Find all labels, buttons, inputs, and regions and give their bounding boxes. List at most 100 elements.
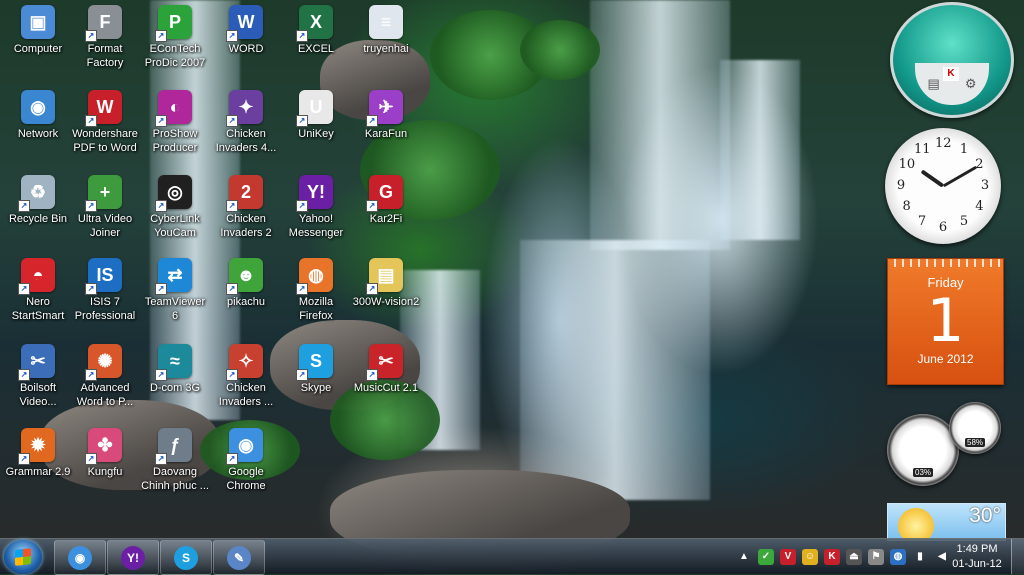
youcam-icon: ◎ ↗: [155, 175, 192, 212]
clock-minute-hand: [942, 165, 977, 188]
taskbar-button-yahoo[interactable]: Y!: [107, 540, 159, 575]
kaspersky-icon: K: [943, 67, 959, 81]
taskbar-button-skype[interactable]: S: [160, 540, 212, 575]
desktop-shortcut-label: Grammar 2.9: [5, 466, 71, 478]
kaspersky-tray-icon[interactable]: K: [824, 548, 840, 565]
taskbar-button-chrome[interactable]: ◉: [54, 540, 106, 575]
weather-gadget[interactable]: 30°: [887, 503, 1006, 541]
skype-icon: S ↗: [296, 344, 333, 381]
desktop-shortcut[interactable]: ≈ ↗ D-com 3G: [137, 344, 213, 395]
desktop-shortcut[interactable]: ◍ ↗ Mozilla Firefox: [278, 258, 354, 323]
desktop-shortcut[interactable]: IS ↗ ISIS 7 Professional: [67, 258, 143, 323]
usb-tray-icon[interactable]: ⏏: [846, 548, 862, 565]
desktop-shortcut[interactable]: ✈ ↗ KaraFun: [348, 90, 424, 141]
clock-numeral: 9: [896, 178, 906, 193]
shortcut-arrow-icon: ↗: [226, 30, 238, 42]
shortcut-arrow-icon: ↗: [85, 200, 97, 212]
desktop-shortcut[interactable]: 2 ↗ Chicken Invaders 2: [208, 175, 284, 240]
clock-gadget[interactable]: 12 1 2 3 4 5 6 7 8 9 10 11: [885, 128, 1001, 244]
show-desktop-button[interactable]: [1011, 539, 1024, 574]
sun-icon: [898, 508, 934, 540]
desktop-shortcut-label: 300W-vision2: [352, 296, 420, 308]
shortcut-arrow-icon: ↗: [296, 369, 308, 381]
desktop-shortcut[interactable]: ♻ ↗ Recycle Bin: [0, 175, 76, 226]
calendar-gadget[interactable]: Friday 1 June 2012: [887, 258, 1004, 385]
yahoo-messenger-icon: Y!: [121, 545, 145, 570]
desktop-shortcut-label: EXCEL: [297, 43, 335, 55]
windows-logo-icon: [15, 548, 31, 566]
desktop-shortcut-label: ProShow Producer: [152, 128, 198, 154]
yahoo-tray-icon[interactable]: ☺: [802, 548, 818, 565]
shortcut-arrow-icon: ↗: [296, 30, 308, 42]
chrome-icon: ◉ ↗: [226, 428, 263, 465]
desktop-shortcut[interactable]: G ↗ Kar2Fi: [348, 175, 424, 226]
desktop-shortcut-label: ISIS 7 Professional: [74, 296, 136, 322]
desktop-shortcut-label: D-com 3G: [149, 382, 201, 394]
desktop-shortcut[interactable]: ▤ ↗ 300W-vision2: [348, 258, 424, 309]
desktop-shortcut[interactable]: ✹ ↗ Grammar 2.9: [0, 428, 76, 479]
calendar-rings: [888, 259, 1003, 267]
excel-icon: X ↗: [296, 5, 333, 42]
desktop-shortcut[interactable]: ☻ ↗ pikachu: [208, 258, 284, 309]
chicken-invaders-2-icon: 2 ↗: [226, 175, 263, 212]
desktop-shortcut[interactable]: ✺ ↗ Advanced Word to P...: [67, 344, 143, 409]
taskbar-button-paint[interactable]: ✎: [213, 540, 265, 575]
signal-tray-icon[interactable]: ▮: [912, 549, 928, 565]
desktop-shortcut[interactable]: U ↗ UniKey: [278, 90, 354, 141]
desktop-shortcut[interactable]: W ↗ WORD: [208, 5, 284, 56]
desktop-shortcut[interactable]: Y! ↗ Yahoo! Messenger: [278, 175, 354, 240]
clock-numeral: 11: [914, 141, 931, 157]
desktop-shortcut[interactable]: ◉ Network: [0, 90, 76, 141]
desktop-shortcut[interactable]: ◐ ↗ ProShow Producer: [137, 90, 213, 155]
start-button[interactable]: [4, 540, 42, 574]
desktop-shortcut[interactable]: ƒ ↗ Daovang Chinh phuc ...: [137, 428, 213, 493]
cpu-meter-gadget[interactable]: 03% 58%: [887, 402, 1005, 486]
desktop-shortcut-label: Daovang Chinh phuc ...: [141, 466, 209, 492]
shortcut-arrow-icon: ↗: [155, 30, 167, 42]
desktop-shortcut-label: Boilsoft Video...: [19, 382, 57, 408]
line-icon[interactable]: ✓: [758, 548, 774, 565]
antivirus-gadget[interactable]: ▤ ⚙ K: [890, 2, 1014, 118]
desktop-shortcut-label: Kar2Fi: [369, 213, 403, 225]
show-hidden-icons-icon[interactable]: ▲: [736, 549, 752, 565]
shortcut-arrow-icon: ↗: [155, 453, 167, 465]
desktop-shortcut[interactable]: X ↗ EXCEL: [278, 5, 354, 56]
word-icon: W ↗: [226, 5, 263, 42]
taskbar-clock[interactable]: 1:49 PM 01-Jun-12: [942, 542, 1012, 572]
gear-icon[interactable]: ⚙: [965, 76, 977, 92]
grammar-icon: ✹ ↗: [18, 428, 55, 465]
desktop-shortcut[interactable]: ▣ Computer: [0, 5, 76, 56]
desktop-shortcut[interactable]: ≡ truyenhai: [348, 5, 424, 56]
desktop-shortcut[interactable]: + ↗ Ultra Video Joiner: [67, 175, 143, 240]
desktop-shortcut[interactable]: ✧ ↗ Chicken Invaders ...: [208, 344, 284, 409]
desktop-shortcut[interactable]: ✂ ↗ Boilsoft Video...: [0, 344, 76, 409]
skype-icon: S: [174, 545, 198, 570]
desktop-shortcut-label: Nero StartSmart: [11, 296, 65, 322]
clock-numeral: 10: [898, 157, 916, 172]
unikey-icon: U ↗: [296, 90, 333, 127]
desktop-shortcut[interactable]: ◎ ↗ CyberLink YouCam: [137, 175, 213, 240]
action-center-icon[interactable]: ⚑: [868, 548, 884, 565]
clock-numeral: 12: [935, 136, 952, 151]
desktop-shortcut[interactable]: P ↗ EConTech ProDic 2007: [137, 5, 213, 70]
desktop-shortcut[interactable]: S ↗ Skype: [278, 344, 354, 395]
desktop-shortcut-label: UniKey: [298, 128, 334, 140]
desktop-shortcut[interactable]: ⇄ ↗ TeamViewer 6: [137, 258, 213, 323]
desktop-shortcut[interactable]: ◓ ↗ Nero StartSmart: [0, 258, 76, 323]
karafun-icon: ✈ ↗: [366, 90, 403, 127]
proshow-icon: ◐ ↗: [155, 90, 192, 127]
desktop-shortcut[interactable]: W ↗ Wondershare PDF to Word: [67, 90, 143, 155]
calendar-month-year: June 2012: [917, 352, 974, 366]
report-icon[interactable]: ▤: [928, 76, 940, 92]
desktop-shortcut[interactable]: ✤ ↗ Kungfu: [67, 428, 143, 479]
shortcut-arrow-icon: ↗: [226, 369, 238, 381]
desktop-shortcut[interactable]: F ↗ Format Factory: [67, 5, 143, 70]
shortcut-arrow-icon: ↗: [18, 283, 30, 295]
desktop-shortcut[interactable]: ✦ ↗ Chicken Invaders 4...: [208, 90, 284, 155]
network-tray-icon[interactable]: ◍: [890, 548, 906, 565]
unikey-tray-icon[interactable]: V: [780, 548, 796, 565]
desktop-shortcut[interactable]: ◉ ↗ Google Chrome: [208, 428, 284, 493]
system-tray: ▲ ✓ V ☺ K ⏏ ⚑ ◍ ▮ ◀: [736, 539, 950, 574]
shortcut-arrow-icon: ↗: [18, 369, 30, 381]
desktop-shortcut[interactable]: ✂ ↗ MusicCut 2.1: [348, 344, 424, 395]
